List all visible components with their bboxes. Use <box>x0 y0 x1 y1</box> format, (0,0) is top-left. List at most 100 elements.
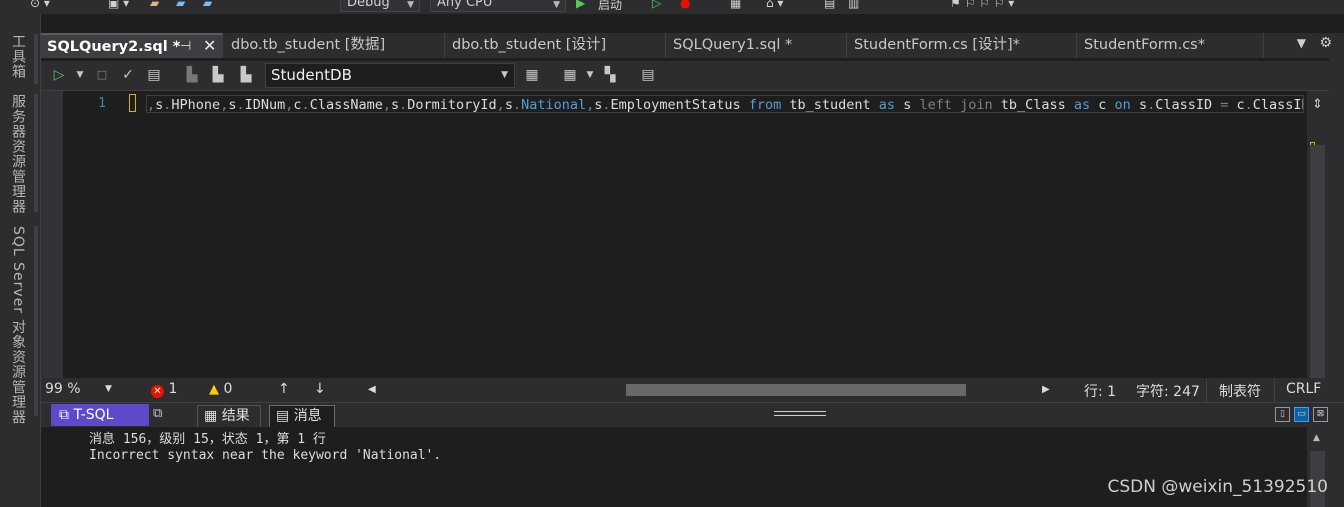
code-token: s <box>1130 97 1148 113</box>
execute-dropdown-icon[interactable]: ▼ <box>71 66 89 84</box>
code-token: on <box>1114 97 1131 113</box>
sqlcmd-mode-icon[interactable]: ▤ <box>639 66 657 84</box>
error-count[interactable]: ✕ 1 <box>151 381 177 398</box>
tab-label: dbo.tb_student [设计] <box>452 37 607 53</box>
tab-label: SQLQuery1.sql * <box>673 37 793 53</box>
code-token: tb_Class <box>992 97 1074 113</box>
tools-icon[interactable]: ▦ <box>730 0 741 13</box>
side-panel-sql-object-explorer[interactable]: SQL Server 对象资源管理器 <box>8 226 28 425</box>
scroll-right-icon[interactable]: ▶ <box>1042 384 1050 395</box>
next-issue-icon[interactable]: ↓ <box>314 381 326 397</box>
tab-sqlquery1[interactable]: SQLQuery1.sql * <box>667 33 847 58</box>
code-token: c <box>293 97 302 113</box>
tab-studentform-design[interactable]: StudentForm.cs [设计]* <box>848 33 1077 58</box>
open-folder-icon[interactable]: ▰ <box>150 0 159 13</box>
document-icon: ▤ <box>276 408 290 424</box>
tab-label: StudentForm.cs* <box>1084 37 1205 53</box>
start-button[interactable]: 启动 <box>598 0 622 13</box>
tab-label: SQLQuery2.sql * <box>47 39 181 55</box>
results-grid-icon[interactable]: ▦ <box>561 66 579 84</box>
scrollbar-thumb[interactable] <box>1310 145 1325 378</box>
database-value: StudentDB <box>271 66 352 84</box>
uncomment-icon[interactable]: ▥ <box>848 0 859 13</box>
splitter-grip[interactable] <box>774 411 826 416</box>
code-token: ClassID <box>1252 97 1303 113</box>
chevron-down-icon: ▼ <box>501 70 508 80</box>
tsql-icon: ⧉ <box>59 407 69 423</box>
results-dropdown-icon[interactable]: ▼ <box>581 66 599 84</box>
horizontal-scrollbar-thumb[interactable] <box>626 384 966 396</box>
code-token: ClassName <box>309 97 383 113</box>
editor-vertical-scrollbar[interactable]: ⇕ <box>1307 91 1329 378</box>
config-select[interactable]: Debug ▼ <box>340 0 420 12</box>
zoom-dropdown-icon[interactable]: ▼ <box>105 384 112 394</box>
gear-icon[interactable]: ⚙ <box>1319 35 1332 51</box>
tab-results[interactable]: ▦ 结果 <box>197 405 261 427</box>
code-token: . <box>512 97 522 113</box>
code-line[interactable]: ,s.HPhone,s.IDNum,c.ClassName,s.Dormitor… <box>146 95 1304 113</box>
code-token: , <box>382 97 391 113</box>
scroll-left-icon[interactable]: ◀ <box>368 384 376 395</box>
warning-count-value: 0 <box>223 381 233 397</box>
layout-collapse-icon[interactable]: ⊠ <box>1313 407 1328 422</box>
save-icon[interactable]: ▰ <box>176 0 185 13</box>
side-panel-toolbox[interactable]: 工具箱 <box>8 34 28 79</box>
pin-icon[interactable]: ⊣ <box>180 35 191 59</box>
include-plan-icon[interactable]: ▦ <box>523 66 541 84</box>
change-marker <box>129 94 136 112</box>
tab-studentform-code[interactable]: StudentForm.cs* <box>1078 33 1264 58</box>
warning-count[interactable]: ▲ 0 <box>209 381 232 397</box>
bookmark-icon[interactable]: ⚑ ⚐ ⚐ ⚐ ▾ <box>950 0 1014 13</box>
tab-sqlquery2[interactable]: SQLQuery2.sql * ⊣ ✕ <box>41 33 223 58</box>
line-position[interactable]: 行: 1 <box>1084 381 1116 401</box>
database-select[interactable]: StudentDB ▼ <box>265 63 515 88</box>
parse-check-icon[interactable]: ✓ <box>119 66 137 84</box>
layout-vertical-icon[interactable]: ▯ <box>1275 407 1290 422</box>
error-token: National <box>521 97 587 113</box>
back-icon[interactable]: ⊙ ▾ <box>30 0 50 13</box>
save-all-icon[interactable]: ▰ <box>203 0 212 13</box>
estimated-plan-icon[interactable]: ▤ <box>145 66 163 84</box>
tab-tb-student-design[interactable]: dbo.tb_student [设计] <box>446 33 666 58</box>
side-panel-divider <box>34 34 38 84</box>
disconnect-icon[interactable]: ▙ <box>209 66 227 84</box>
stop-query-icon[interactable]: □ <box>93 66 111 84</box>
layout-horizontal-icon[interactable]: ▭ <box>1294 407 1309 422</box>
connect-icon[interactable]: ▙ <box>183 66 201 84</box>
new-item-icon[interactable]: ▣ ▾ <box>108 0 129 13</box>
nav-icon[interactable]: ⌂ ▾ <box>766 0 783 13</box>
code-token: IDNum <box>244 97 286 113</box>
tab-list-dropdown-icon[interactable]: ▼ <box>1297 36 1306 50</box>
tsql-label: T-SQL <box>73 407 114 423</box>
platform-value: Any CPU <box>437 0 493 10</box>
stop-icon[interactable]: ● <box>680 0 690 13</box>
code-token: EmploymentStatus <box>610 97 741 113</box>
comment-icon[interactable]: ▤ <box>824 0 835 13</box>
close-icon[interactable]: ✕ <box>203 34 216 58</box>
zoom-level[interactable]: 99 % <box>45 381 81 397</box>
query-options-icon[interactable]: ▚ <box>601 66 619 84</box>
side-panel-server-explorer[interactable]: 服务器资源管理器 <box>8 94 28 214</box>
start-without-debug-icon[interactable]: ▷ <box>652 0 661 13</box>
code-token: . <box>602 97 611 113</box>
tab-label: dbo.tb_student [数据] <box>231 37 386 53</box>
scroll-up-icon[interactable]: ▲ <box>1313 433 1320 443</box>
platform-select[interactable]: Any CPU ▼ <box>430 0 566 12</box>
char-position[interactable]: 字符: 247 <box>1136 381 1200 401</box>
change-connection-icon[interactable]: ▙ <box>237 66 255 84</box>
line-ending[interactable]: CRLF <box>1286 381 1321 397</box>
tabs-mode[interactable]: 制表符 <box>1219 381 1261 401</box>
split-editor-icon[interactable]: ⇕ <box>1312 97 1323 112</box>
tab-tb-student-data[interactable]: dbo.tb_student [数据] <box>225 33 445 58</box>
watermark: CSDN @weixin_51392510 <box>1107 477 1328 497</box>
error-count-value: 1 <box>168 381 178 397</box>
status-divider <box>1274 378 1275 402</box>
results-toggle-icon[interactable]: ⧉ <box>153 406 162 421</box>
sql-editor[interactable]: 1 ,s.HPhone,s.IDNum,c.ClassName,s.Dormit… <box>41 91 1307 378</box>
execute-icon[interactable]: ▷ <box>50 66 68 84</box>
tab-messages[interactable]: ▤ 消息 <box>269 405 335 427</box>
start-icon[interactable]: ▶ <box>576 0 585 13</box>
tsql-mode-tab[interactable]: ⧉ T-SQL <box>51 404 149 426</box>
previous-issue-icon[interactable]: ↑ <box>278 381 290 397</box>
